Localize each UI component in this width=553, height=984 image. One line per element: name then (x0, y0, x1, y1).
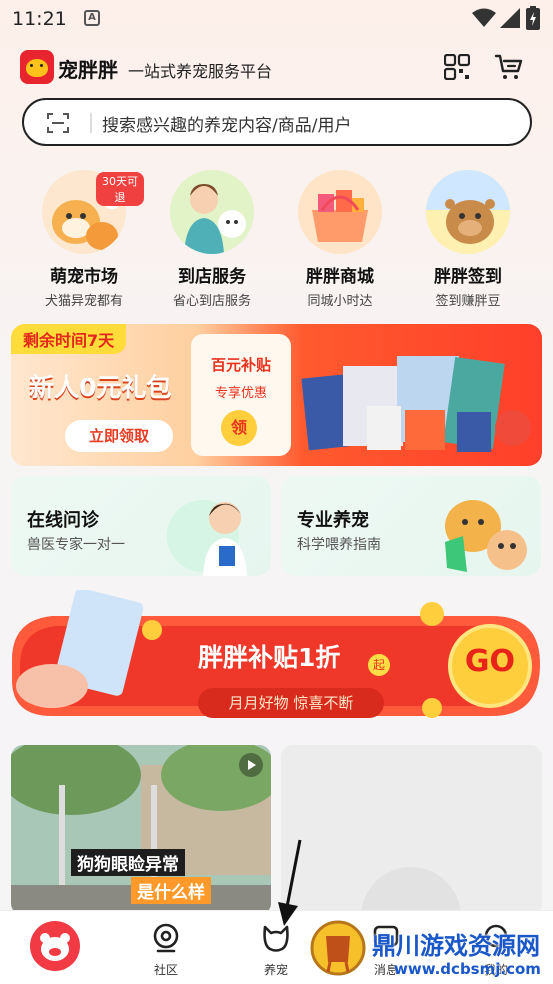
feed-video-card[interactable]: 狗狗眼睑异常 是什么样 (11, 745, 271, 915)
home-pet-icon (40, 933, 70, 961)
wifi-icon (472, 8, 496, 27)
search-placeholder[interactable]: 搜索感兴趣的养宠内容/商品/用户 (102, 111, 351, 136)
promo-products-illustration (301, 356, 531, 452)
online-consultation-card[interactable]: 在线问诊 兽医专家一对一 (11, 476, 271, 576)
quick-entry-title: 胖胖商城 (306, 267, 374, 287)
signal-icon (500, 8, 520, 28)
service-title: 专业养宠 (297, 510, 369, 531)
promo-time-tag: 剩余时间7天 (11, 324, 127, 354)
tab-community[interactable]: 社区 (111, 911, 221, 984)
store-service-illustration (170, 170, 254, 254)
quick-entry-sign-in[interactable]: 胖胖签到 签到赚胖豆 (408, 170, 528, 309)
quick-entry-sub: 签到赚胖豆 (435, 294, 501, 309)
search-bar[interactable]: 搜索感兴趣的养宠内容/商品/用户 (22, 98, 532, 146)
claim-now-button[interactable]: 立即领取 (65, 420, 173, 452)
qr-code-icon[interactable] (444, 54, 470, 80)
subsidy-banner[interactable]: 胖胖补贴1折 起 月月好物 惊喜不断 GO (12, 590, 540, 726)
sign-in-illustration (426, 170, 510, 254)
promo-title: 新人0元礼包 (29, 373, 172, 402)
watermark-url: www.dcbsmj.com (394, 960, 541, 978)
quick-entry-sub: 同城小时达 (307, 294, 373, 309)
quick-entry-sub: 省心到店服务 (172, 294, 251, 309)
subsidy-banner-qi: 起 (368, 654, 390, 676)
quick-entry-title: 到店服务 (178, 267, 246, 287)
go-button[interactable]: GO (448, 624, 532, 708)
return-badge: 30天可退 (96, 172, 144, 206)
watermark-logo (310, 920, 366, 976)
feed-caption-line1: 狗狗眼睑异常 (71, 849, 185, 876)
play-icon[interactable] (239, 753, 263, 777)
professional-pet-care-card[interactable]: 专业养宠 科学喂养指南 (281, 476, 541, 576)
quick-entry-pet-market[interactable]: 30天可退 萌宠市场 犬猫异宠都有 (24, 170, 144, 309)
vet-doctor-illustration (167, 500, 247, 576)
service-sub: 科学喂养指南 (297, 537, 381, 553)
service-title: 在线问诊 (27, 510, 99, 531)
subsidy-card[interactable]: 百元补贴 专享优惠 领 (191, 334, 291, 456)
watermark-title: 鼎川游戏资源网 (372, 932, 540, 960)
quick-entry-sub: 犬猫异宠都有 (44, 294, 123, 309)
quick-entry-title: 萌宠市场 (50, 267, 118, 287)
new-user-promo-banner[interactable]: 剩余时间7天 新人0元礼包 立即领取 百元补贴 专享优惠 领 (11, 324, 542, 466)
community-icon (153, 923, 179, 953)
subsidy-banner-title: 胖胖补贴1折 (198, 643, 341, 672)
claim-coin-icon[interactable]: 领 (221, 410, 257, 446)
cart-icon[interactable] (494, 52, 524, 82)
status-bar: 11:21 A (0, 0, 553, 38)
home-tab-button[interactable] (30, 921, 80, 971)
status-time: 11:21 (12, 8, 67, 30)
brand-name: 宠胖胖 (58, 58, 118, 82)
search-divider (90, 113, 92, 133)
accessibility-notification-icon: A (84, 10, 100, 26)
quick-entry-title: 胖胖签到 (434, 267, 502, 287)
quick-entry-mall[interactable]: 胖胖商城 同城小时达 (280, 170, 400, 309)
service-sub: 兽医专家一对一 (27, 537, 125, 553)
battery-icon (526, 6, 540, 30)
feed-loading-card[interactable] (281, 745, 542, 915)
mall-illustration (298, 170, 382, 254)
subsidy-sub: 专享优惠 (214, 386, 267, 401)
feed-placeholder-image (361, 867, 461, 915)
tab-label: 社区 (153, 963, 178, 977)
go-label: GO (464, 644, 516, 679)
site-watermark: 鼎川游戏资源网 www.dcbsmj.com (300, 912, 553, 984)
subsidy-title: 百元补贴 (210, 356, 271, 374)
quick-entry-store-service[interactable]: 到店服务 省心到店服务 (152, 170, 272, 309)
brand-slogan: 一站式养宠服务平台 (128, 62, 273, 81)
app-logo (20, 50, 54, 84)
top-bar: 宠胖胖 一站式养宠服务平台 (0, 44, 553, 92)
feed-caption-line2: 是什么样 (131, 877, 211, 904)
scan-icon[interactable] (46, 111, 70, 135)
pets-shield-illustration (445, 500, 527, 572)
subsidy-banner-sub: 月月好物 惊喜不断 (198, 688, 384, 718)
